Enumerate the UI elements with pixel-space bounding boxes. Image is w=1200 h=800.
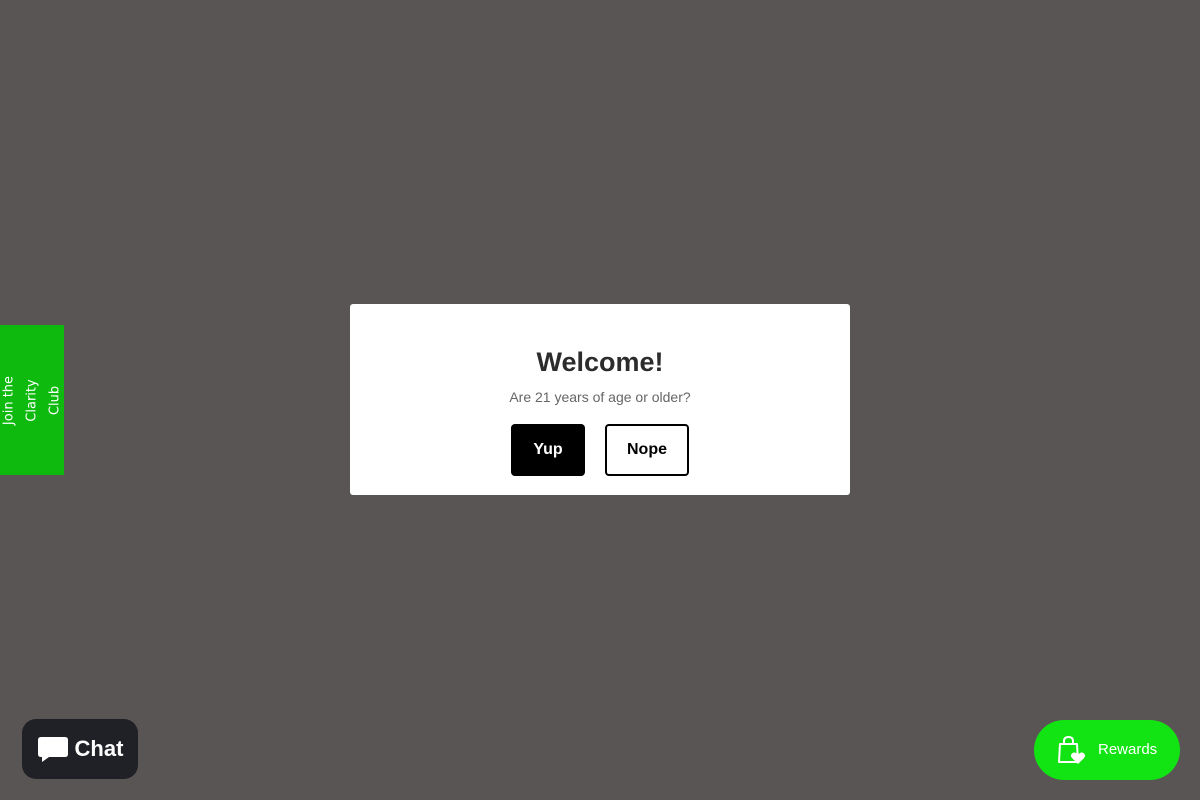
chat-button[interactable]: Chat [22, 719, 138, 779]
shopping-bag-heart-icon [1056, 735, 1086, 765]
age-verification-modal: Welcome! Are 21 years of age or older? Y… [350, 304, 850, 495]
chat-label: Chat [74, 736, 124, 761]
rewards-button[interactable]: Rewards [1034, 720, 1180, 780]
chat-bubble-icon [37, 735, 69, 763]
deny-age-button[interactable]: Nope [605, 424, 689, 476]
rewards-label: Rewards [1098, 741, 1158, 758]
join-club-label: Join the Clarity Club [1, 375, 63, 425]
join-club-tab[interactable]: Join the Clarity Club [0, 325, 64, 475]
confirm-age-button[interactable]: Yup [511, 424, 585, 476]
modal-title: Welcome! [536, 347, 664, 377]
age-question: Are 21 years of age or older? [509, 389, 691, 405]
